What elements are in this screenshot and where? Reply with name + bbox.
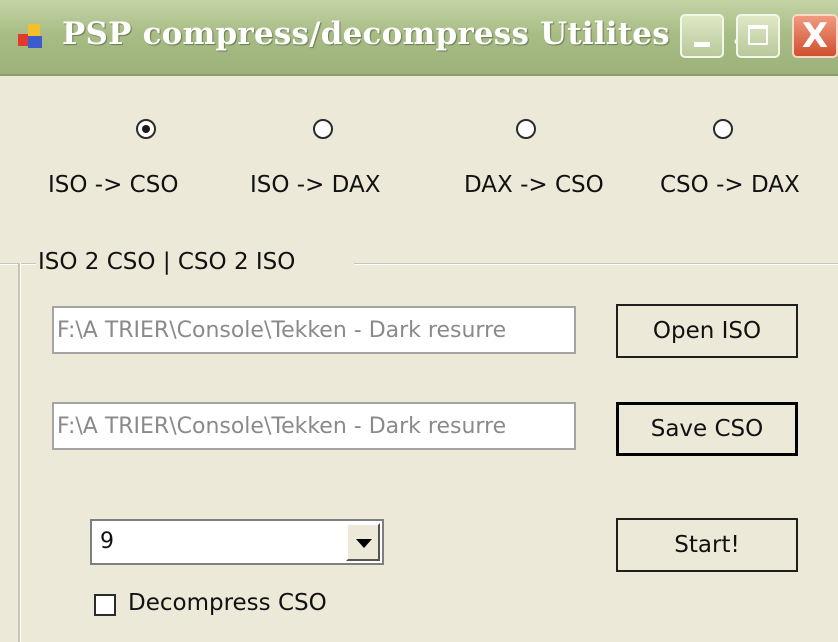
radio-selected-dot xyxy=(142,125,150,133)
open-iso-button[interactable]: Open ISO xyxy=(616,304,798,358)
compression-level-select[interactable]: 9 xyxy=(90,519,384,565)
compression-level-value: 9 xyxy=(100,529,114,554)
group-border-left xyxy=(18,263,21,642)
input-path-field[interactable]: F:\A TRIER\Console\Tekken - Dark resurre xyxy=(52,306,576,354)
radio-iso-to-cso[interactable] xyxy=(136,119,156,139)
radio-dax-to-cso[interactable] xyxy=(516,119,536,139)
radio-label-cso-to-dax[interactable]: CSO -> DAX xyxy=(660,172,800,198)
start-button[interactable]: Start! xyxy=(616,518,798,572)
chevron-down-icon xyxy=(356,539,372,548)
title-bar[interactable]: PSP compress/decompress Utilites by ... … xyxy=(0,0,838,76)
close-button[interactable]: X xyxy=(792,14,838,58)
output-path-field[interactable]: F:\A TRIER\Console\Tekken - Dark resurre xyxy=(52,402,576,450)
decompress-cso-label[interactable]: Decompress CSO xyxy=(128,590,327,616)
minimize-button[interactable] xyxy=(680,14,724,58)
app-icon xyxy=(18,24,48,50)
group-border-top xyxy=(354,263,838,265)
decompress-cso-checkbox[interactable] xyxy=(94,594,116,616)
maximize-icon xyxy=(748,25,768,45)
minimize-icon xyxy=(694,42,710,47)
main-window: PSP compress/decompress Utilites by ... … xyxy=(0,0,838,642)
save-cso-button[interactable]: Save CSO xyxy=(616,402,798,456)
radio-cso-to-dax[interactable] xyxy=(713,119,733,139)
close-icon: X xyxy=(801,16,829,56)
radio-label-iso-to-dax[interactable]: ISO -> DAX xyxy=(250,172,380,198)
radio-label-iso-to-cso[interactable]: ISO -> CSO xyxy=(48,172,178,198)
radio-iso-to-dax[interactable] xyxy=(313,119,333,139)
dropdown-button[interactable] xyxy=(346,523,380,561)
window-title: PSP compress/decompress Utilites by ... xyxy=(62,16,765,52)
maximize-button[interactable] xyxy=(736,14,780,58)
radio-label-dax-to-cso[interactable]: DAX -> CSO xyxy=(464,172,604,198)
group-title: ISO 2 CSO | CSO 2 ISO xyxy=(36,249,298,275)
